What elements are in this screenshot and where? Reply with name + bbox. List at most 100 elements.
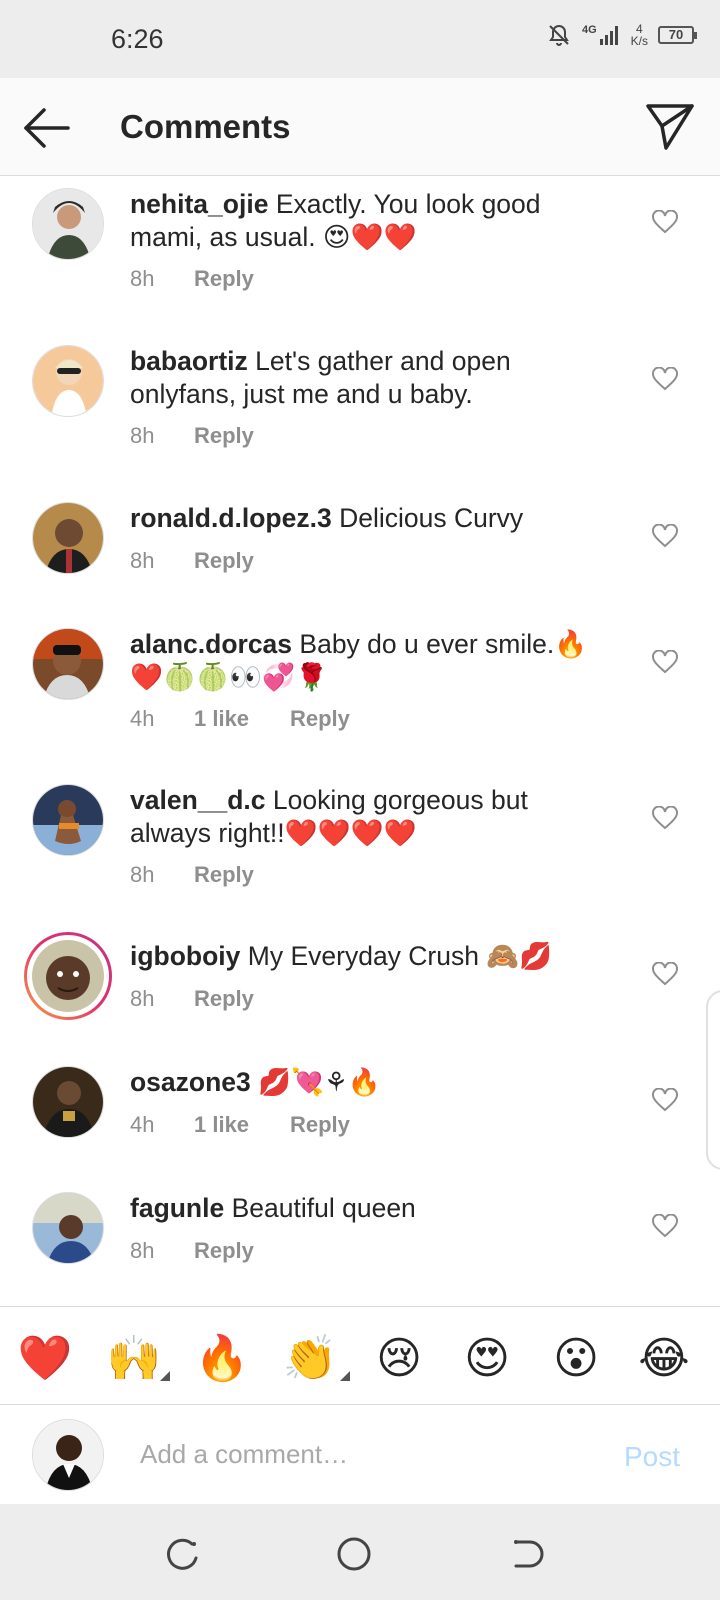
reply-button[interactable]: Reply [194, 986, 254, 1012]
heart-icon[interactable] [652, 962, 678, 986]
emoji-fire-button[interactable]: 🔥 [194, 1331, 250, 1387]
back-nav-icon[interactable] [506, 1534, 546, 1574]
paper-plane-icon [646, 104, 694, 150]
reply-button[interactable]: Reply [194, 548, 254, 574]
comment-username[interactable]: nehita_ojie [130, 189, 268, 219]
comment-username[interactable]: fagunle [130, 1193, 224, 1223]
comment-time: 8h [130, 423, 155, 448]
comment-meta: 8h Reply [130, 862, 254, 888]
comment-username[interactable]: ronald.d.lopez.3 [130, 503, 332, 533]
emoji-surprised-button[interactable]: 😮 [548, 1331, 604, 1387]
likes-count[interactable]: 1 like [194, 706, 290, 732]
avatar-image [33, 1067, 103, 1137]
current-user-avatar [32, 1419, 104, 1491]
heart-icon[interactable] [652, 524, 678, 548]
comment-text-block: babaortiz Let's gather and open onlyfans… [130, 345, 610, 411]
back-button[interactable] [22, 106, 72, 150]
comment-meta: 8h Reply [130, 548, 254, 574]
reply-button[interactable]: Reply [194, 862, 254, 888]
arrow-left-icon [24, 108, 70, 148]
comment-text-block: ronald.d.lopez.3 Delicious Curvy [130, 502, 610, 535]
heart-icon[interactable] [652, 367, 678, 391]
heart-icon[interactable] [652, 1088, 678, 1112]
battery-indicator: 70 [658, 26, 697, 44]
comment-text-block: fagunle Beautiful queen [130, 1192, 610, 1225]
skin-tone-indicator-icon [160, 1371, 170, 1381]
comment-time: 8h [130, 266, 155, 291]
bell-muted-icon [549, 24, 569, 46]
home-icon[interactable] [334, 1534, 374, 1574]
avatar[interactable] [32, 345, 104, 417]
heart-icon[interactable] [652, 806, 678, 830]
comment-username[interactable]: alanc.dorcas [130, 629, 292, 659]
comment-input[interactable] [140, 1431, 580, 1477]
heart-icon[interactable] [652, 210, 678, 234]
post-button[interactable]: Post [624, 1441, 680, 1473]
comment-text-block: valen__d.c Looking gorgeous but always r… [130, 784, 610, 850]
reply-button[interactable]: Reply [290, 706, 350, 732]
avatar-image [33, 503, 103, 573]
comment-text: 💋💘⚘🔥 [258, 1067, 381, 1097]
likes-count[interactable]: 1 like [194, 1112, 290, 1138]
avatar[interactable] [32, 628, 104, 700]
comment-username[interactable]: osazone3 [130, 1067, 251, 1097]
emoji-heart-eyes-button[interactable]: 😍 [459, 1331, 515, 1387]
share-button[interactable] [644, 100, 696, 152]
system-nav-bar [0, 1504, 720, 1600]
avatar[interactable] [32, 188, 104, 260]
avatar[interactable] [32, 784, 104, 856]
comment-meta: 8h Reply [130, 423, 254, 449]
avatar-image [33, 346, 103, 416]
emoji-reaction-bar: ❤️ 🙌 🔥 👏 😢 😍 😮 😂 [0, 1306, 720, 1404]
reply-button[interactable]: Reply [194, 1238, 254, 1264]
reply-button[interactable]: Reply [194, 423, 254, 449]
comments-list[interactable]: nehita_ojie Exactly. You look good mami,… [0, 176, 720, 1306]
comment-text: My Everyday Crush 🙈💋 [247, 941, 553, 971]
comment-time: 4h [130, 706, 155, 731]
avatar-story-ring[interactable] [24, 932, 112, 1020]
comment-time: 8h [130, 548, 155, 573]
status-time: 6:26 [111, 24, 164, 54]
emoji-heart-button[interactable]: ❤️ [17, 1331, 73, 1387]
comment-text-block: nehita_ojie Exactly. You look good mami,… [130, 188, 610, 254]
recent-apps-icon[interactable] [162, 1534, 202, 1574]
comment-meta: 4h 1 like Reply [130, 1112, 350, 1138]
avatar-image [33, 189, 103, 259]
reply-button[interactable]: Reply [290, 1112, 350, 1138]
signal-indicator: 4G [582, 24, 621, 46]
comment-text-block: igboboiy My Everyday Crush 🙈💋 [130, 940, 610, 973]
comment-time: 8h [130, 1238, 155, 1263]
network-speed: 4 K/s [630, 22, 648, 48]
comments-header: Comments [0, 78, 720, 176]
comment-time: 8h [130, 986, 155, 1011]
comment-text-block: osazone3 💋💘⚘🔥 [130, 1066, 610, 1099]
emoji-raised-hands-button[interactable]: 🙌 [106, 1331, 162, 1387]
comment-time: 8h [130, 862, 155, 887]
heart-icon[interactable] [652, 1214, 678, 1238]
status-icons: 4G 4 K/s 70 [546, 22, 697, 48]
avatar-image [33, 1193, 103, 1263]
skin-tone-indicator-icon [340, 1371, 350, 1381]
comment-username[interactable]: babaortiz [130, 346, 248, 376]
emoji-laughing-button[interactable]: 😂 [636, 1331, 692, 1387]
comment-text: Delicious Curvy [339, 503, 524, 533]
add-comment-bar: Post [0, 1404, 720, 1504]
scroll-handle[interactable] [706, 990, 720, 1170]
avatar[interactable] [32, 1066, 104, 1138]
status-bar: 6:26 4G 4 K/s 70 [0, 0, 720, 78]
comment-username[interactable]: valen__d.c [130, 785, 266, 815]
emoji-crying-button[interactable]: 😢 [371, 1331, 427, 1387]
heart-icon[interactable] [652, 650, 678, 674]
avatar[interactable] [32, 1192, 104, 1264]
comment-text: Beautiful queen [231, 1193, 416, 1223]
avatar-image [32, 940, 104, 1012]
comment-meta: 4h 1 like Reply [130, 706, 350, 732]
reply-button[interactable]: Reply [194, 266, 254, 292]
avatar[interactable] [32, 502, 104, 574]
comment-username[interactable]: igboboiy [130, 941, 240, 971]
comment-meta: 8h Reply [130, 986, 254, 1012]
emoji-clap-button[interactable]: 👏 [282, 1331, 338, 1387]
avatar-image [33, 785, 103, 855]
comment-text-block: alanc.dorcas Baby do u ever smile.🔥❤️🍈🍈👀… [130, 628, 610, 694]
avatar-image [33, 629, 103, 699]
